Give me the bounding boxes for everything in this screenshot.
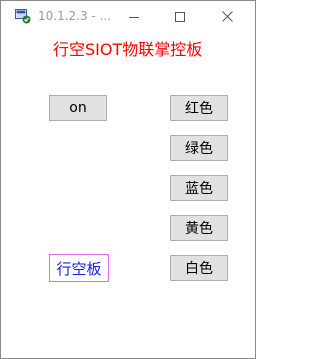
yellow-button[interactable]: 黄色 <box>170 215 228 241</box>
maximize-icon <box>175 11 185 22</box>
window-title: 10.1.2.3 - ... <box>38 9 112 23</box>
close-button[interactable] <box>203 1 251 32</box>
minimize-icon <box>129 16 139 18</box>
app-window: 10.1.2.3 - ... 行空SIOT物联掌控板 on 红色 绿色 蓝色 黄… <box>0 0 256 359</box>
blue-button[interactable]: 蓝色 <box>170 175 228 201</box>
app-icon <box>15 9 31 24</box>
page-title: 行空SIOT物联掌控板 <box>53 40 203 59</box>
title-bar[interactable]: 10.1.2.3 - ... <box>1 1 255 32</box>
red-button[interactable]: 红色 <box>170 95 228 121</box>
minimize-button[interactable] <box>111 1 157 32</box>
board-label: 行空板 <box>49 254 109 282</box>
close-icon <box>221 11 233 22</box>
maximize-button[interactable] <box>157 1 203 32</box>
white-button[interactable]: 白色 <box>170 255 228 281</box>
green-button[interactable]: 绿色 <box>170 135 228 161</box>
on-button[interactable]: on <box>49 95 107 121</box>
